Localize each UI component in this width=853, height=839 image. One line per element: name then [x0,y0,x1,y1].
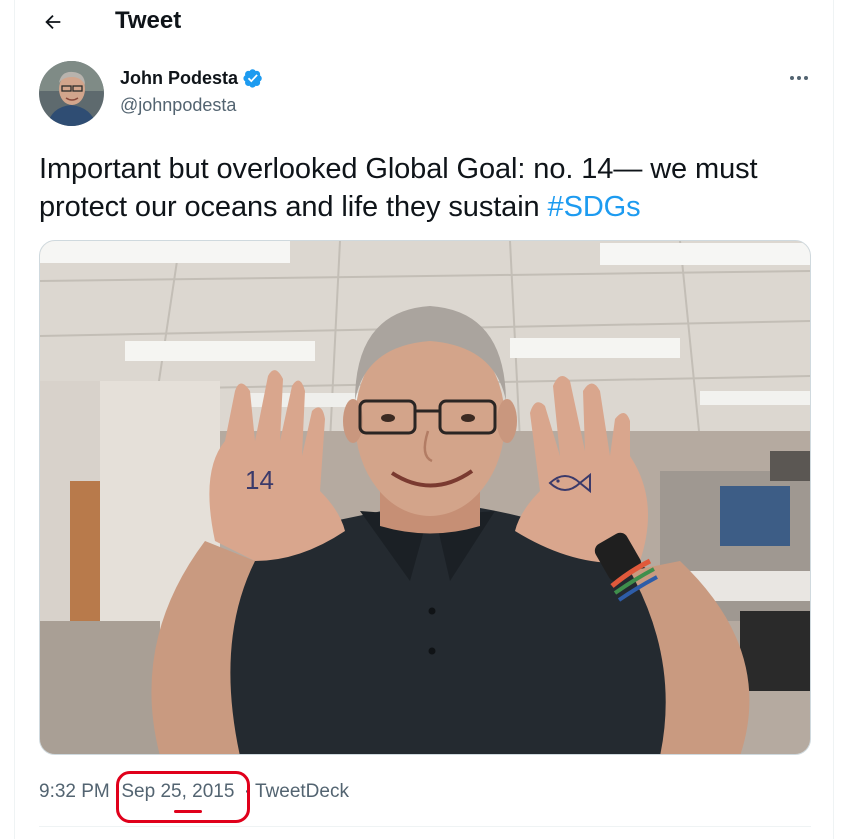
hashtag-link[interactable]: #SDGs [548,191,641,223]
date-highlight-annotation [116,771,250,823]
more-dot [797,76,801,80]
avatar[interactable] [39,61,104,126]
tweet-column: Tweet John Podesta @johnpodesta Importan… [14,0,834,839]
verified-badge-icon [243,68,263,88]
tweet-source[interactable]: TweetDeck [255,781,349,802]
author-name[interactable]: John Podesta [120,66,263,90]
author-handle[interactable]: @johnpodesta [120,94,236,116]
page-title: Tweet [115,7,182,34]
tweet-time[interactable]: 9:32 PM [39,781,110,802]
tweet-text-body: Important but overlooked Global Goal: no… [39,153,758,223]
tweet-text: Important but overlooked Global Goal: no… [39,150,809,226]
hand-left-text: 14 [245,465,274,495]
tweet-photo[interactable]: 14 [39,240,811,755]
author-name-text: John Podesta [120,68,239,88]
arrow-left-icon [45,14,61,30]
more-horizontal-icon [790,76,794,80]
page-header: Tweet [15,0,835,44]
more-options-button[interactable] [783,64,815,92]
divider [39,826,811,827]
more-dot [804,76,808,80]
back-button[interactable] [37,6,69,38]
date-underline-annotation [174,810,202,813]
